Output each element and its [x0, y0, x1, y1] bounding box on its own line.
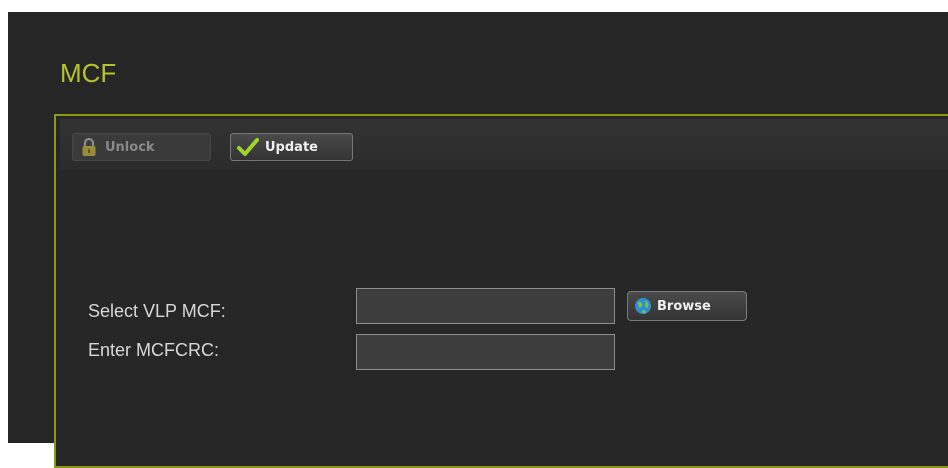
browse-label: Browse — [657, 298, 711, 314]
unlock-button[interactable]: Unlock — [72, 133, 211, 161]
vlp-mcf-file-field[interactable] — [356, 288, 615, 324]
mcf-page: MCF Unlock Update Select VLP MCF: Browse… — [8, 12, 948, 468]
globe-icon — [634, 297, 652, 315]
update-button[interactable]: Update — [230, 133, 353, 161]
unlock-label: Unlock — [105, 139, 155, 155]
vlp-mcf-label: Select VLP MCF: — [88, 301, 226, 321]
toolbar: Unlock Update — [60, 119, 948, 170]
checkmark-icon — [237, 137, 259, 157]
mcf-panel: Unlock Update Select VLP MCF: Browse Ent… — [54, 114, 948, 468]
page-title: MCF — [60, 58, 117, 88]
lock-icon — [79, 137, 99, 157]
update-label: Update — [265, 139, 318, 155]
browse-button[interactable]: Browse — [627, 291, 747, 321]
mcfcrc-field[interactable] — [356, 334, 615, 370]
mcfcrc-label: Enter MCFCRC: — [88, 340, 220, 360]
